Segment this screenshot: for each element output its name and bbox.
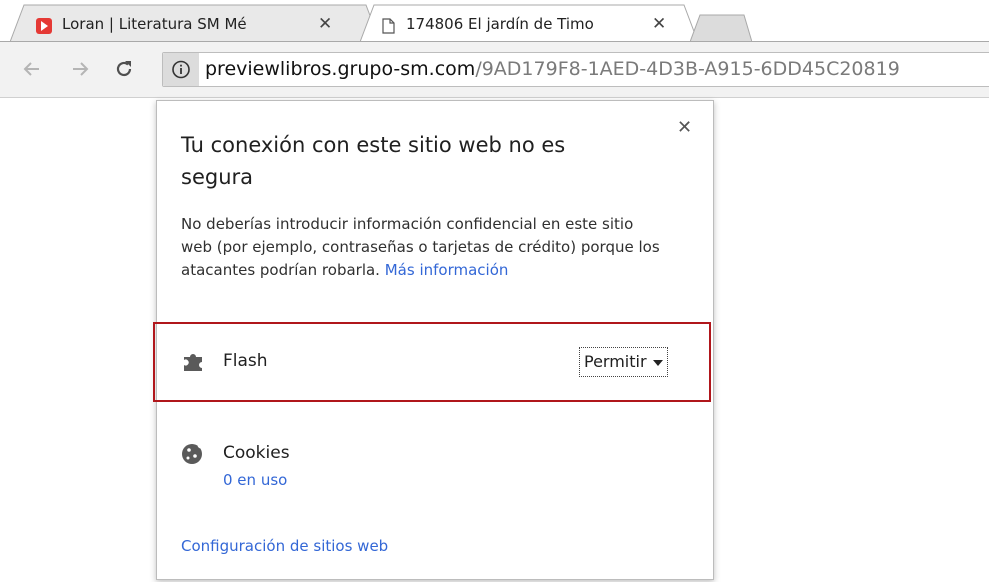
url-path: /9AD179F8-1AED-4D3B-A915-6DD45C20819	[475, 58, 900, 80]
site-settings-link[interactable]: Configuración de sitios web	[181, 537, 388, 555]
permission-label: Flash	[223, 351, 268, 371]
red-play-icon	[36, 18, 52, 34]
permission-value: Permitir	[584, 352, 647, 371]
flash-permission-select[interactable]: Permitir	[579, 347, 668, 377]
tab-loran[interactable]: Loran | Literatura SM Mé ✕	[10, 4, 380, 42]
tab-title: Loran | Literatura SM Mé	[62, 15, 247, 33]
address-bar[interactable]: previewlibros.grupo-sm.com/9AD179F8-1AED…	[162, 52, 989, 87]
url-domain: previewlibros.grupo-sm.com	[205, 58, 476, 80]
reload-button[interactable]	[110, 55, 138, 83]
url-text[interactable]: previewlibros.grupo-sm.com/9AD179F8-1AED…	[205, 58, 900, 80]
cookies-row: Cookies 0 en uso	[181, 439, 681, 499]
browser-toolbar: previewlibros.grupo-sm.com/9AD179F8-1AED…	[0, 42, 989, 98]
popup-title: Tu conexión con este sitio web no es seg…	[181, 133, 566, 189]
more-info-link[interactable]: Más información	[385, 261, 509, 279]
new-tab-button[interactable]	[690, 14, 752, 42]
site-info-button[interactable]	[163, 53, 199, 86]
forward-button[interactable]	[66, 55, 94, 83]
cookies-in-use-link[interactable]: 0 en uso	[223, 471, 287, 489]
popup-description: No deberías introducir información confi…	[181, 213, 661, 282]
close-icon[interactable]: ✕	[652, 14, 666, 34]
permission-row-flash: Flash Permitir	[181, 347, 681, 377]
chevron-down-icon	[652, 359, 663, 366]
close-icon[interactable]: ✕	[677, 117, 692, 138]
cookies-label: Cookies	[223, 443, 290, 463]
site-info-popup: ✕ Tu conexión con este sitio web no es s…	[153, 100, 714, 580]
page-icon	[380, 18, 396, 34]
cookie-icon	[181, 441, 205, 465]
back-button[interactable]	[18, 55, 46, 83]
forward-arrow-icon	[73, 62, 89, 76]
puzzle-icon	[181, 349, 205, 373]
tab-strip: Loran | Literatura SM Mé ✕ 174806 El jar…	[0, 0, 989, 42]
tab-title: 174806 El jardín de Timo	[406, 15, 594, 33]
close-icon[interactable]: ✕	[318, 14, 332, 34]
tab-el-jardin[interactable]: 174806 El jardín de Timo ✕	[360, 4, 698, 42]
back-arrow-icon	[23, 62, 39, 76]
info-icon	[172, 60, 190, 79]
reload-icon	[116, 61, 132, 77]
